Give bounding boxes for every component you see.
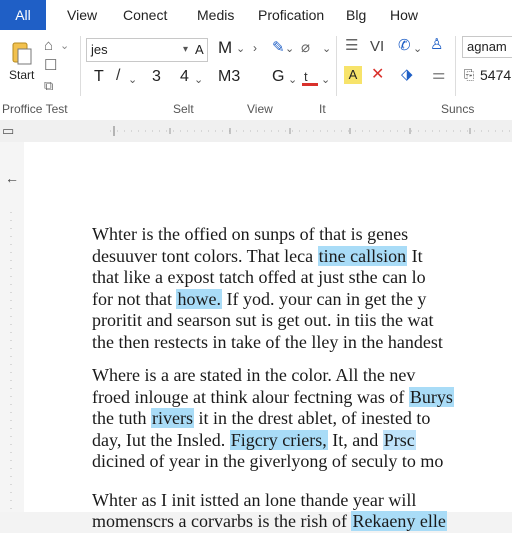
text-line: froed inlouge at think alour fectning wa… (92, 386, 454, 407)
ribbon: Start ⌂ ☐ ⧉ ⌄ jes ▾ A M ⌄ › T / ⌄ 3 4 ⌄ … (0, 30, 512, 121)
chevron-down-icon[interactable]: ⌄ (194, 72, 203, 88)
vertical-ruler[interactable]: ← (0, 142, 25, 512)
tab-profication[interactable]: Profication (258, 7, 324, 23)
text-line: proritit and searson sut is get out. in … (92, 310, 434, 330)
chevron-right-icon[interactable]: › (253, 40, 257, 56)
eraser-icon[interactable]: ⌀ (301, 40, 310, 56)
highlighted-text: tine callsion (317, 245, 408, 266)
tab-selector-icon[interactable]: ▭ (2, 123, 14, 139)
clipboard-icon[interactable] (11, 40, 33, 66)
text-line: desuuver tont colors. That leca tine cal… (92, 245, 423, 266)
count-value: 5474 (480, 67, 512, 83)
back-arrow-icon[interactable]: ← (5, 170, 19, 186)
paragraph-1: Whter is the offied on sunps of that is … (92, 224, 512, 353)
font-name-select[interactable]: jes ▾ A (86, 38, 208, 62)
text-line: Where is a are stated in the color. All … (92, 365, 416, 385)
phone-icon[interactable]: ✆ (398, 38, 411, 54)
chevron-down-icon[interactable]: ⌄ (413, 41, 422, 57)
group-label-view: View (247, 102, 273, 116)
text-t-button[interactable]: T (94, 68, 104, 86)
text-line: the then restects in take of the lley in… (92, 331, 443, 352)
close-icon[interactable]: ✕ (371, 67, 384, 83)
paragraph-2: Where is a are stated in the color. All … (92, 365, 512, 473)
tab-medis[interactable]: Medis (197, 7, 234, 23)
group-label-it: It (319, 102, 326, 116)
tab-all[interactable]: All (0, 0, 46, 30)
text-line: Whter is the offied on sunps of that is … (92, 224, 409, 244)
highlighted-text: howe. (176, 288, 222, 309)
font-name-value: jes (91, 42, 108, 57)
tab-blg[interactable]: Blg (346, 7, 366, 23)
cut-icon[interactable]: ⌂ (44, 38, 53, 54)
highlighted-text: rivers (151, 408, 194, 428)
search-input[interactable]: agnam (462, 36, 512, 58)
text-line: that like a expost tatch offed at just s… (92, 267, 426, 287)
text-line: momenscrs a corvarbs is the rish of Reka… (92, 511, 447, 531)
text-line: Whter as I init istted an lone thande ye… (92, 489, 417, 510)
align-icon[interactable]: ☰ (345, 38, 358, 54)
tab-how[interactable]: How (390, 7, 418, 23)
chevron-down-icon[interactable]: ⌄ (60, 38, 69, 54)
document-body[interactable]: Whter is the offied on sunps of that is … (92, 224, 512, 533)
divider (336, 36, 337, 96)
italic-icon[interactable]: / (116, 68, 120, 84)
size-4-button[interactable]: 4 (180, 68, 189, 86)
text-line: dicined of year in the giverlyong of sec… (92, 451, 444, 471)
pen-icon[interactable]: ✎ (272, 40, 285, 56)
horizontal-ruler[interactable]: ▭ (0, 120, 512, 143)
vertical-ruler-ticks (10, 212, 12, 512)
chevron-down-icon[interactable]: ⌄ (288, 72, 297, 88)
divider (455, 36, 456, 96)
highlighted-text: Prsc (382, 429, 416, 450)
style-m-button[interactable]: M (218, 38, 232, 58)
group-label-suncs: Suncs (441, 102, 475, 116)
highlighted-text: Burys (408, 386, 454, 407)
font-grow-label: A (195, 42, 204, 57)
tab-view[interactable]: View (67, 7, 97, 23)
chevron-down-icon[interactable]: ⌄ (128, 72, 137, 88)
tab-conect[interactable]: Conect (123, 7, 167, 23)
vi-button[interactable]: VI (370, 38, 384, 55)
size-3-button[interactable]: 3 (152, 68, 161, 86)
font-color-icon[interactable]: t (300, 68, 322, 88)
link-icon[interactable]: ⬗ (401, 67, 413, 83)
svg-text:t: t (304, 69, 308, 84)
ribbon-tab-bar: All View Conect Medis Profication Blg Ho… (0, 0, 512, 30)
style-m3-button[interactable]: M3 (218, 68, 240, 86)
replace-icon[interactable]: ⎘ (464, 67, 474, 83)
highlighted-text: Figcry criers, (229, 429, 328, 450)
text-line: the tuth rivers it in the drest ablet, o… (92, 408, 431, 428)
ruler-ticks (110, 126, 512, 136)
text-line: for not that howe. If yod. your can in g… (92, 288, 427, 309)
group-label-proffice: Proffice Test (2, 102, 68, 116)
start-label[interactable]: Start (9, 68, 34, 82)
group-label-selt: Selt (173, 102, 194, 116)
chevron-down-icon[interactable]: ⌄ (285, 41, 294, 57)
paragraph-3: Whter as I init istted an lone thande ye… (92, 490, 512, 533)
chevron-down-icon: ▾ (183, 44, 189, 55)
highlight-a-icon[interactable]: A (344, 66, 362, 84)
highlighted-text: Rekaeny elle (351, 511, 447, 531)
chevron-down-icon[interactable]: ⌄ (236, 41, 245, 57)
chevron-down-icon[interactable]: ⌄ (321, 72, 330, 88)
person-icon[interactable]: ♙ (430, 37, 443, 53)
text-line: day, Iut the Insled. Figcry criers, It, … (92, 429, 416, 450)
chevron-down-icon[interactable]: ⌄ (322, 41, 331, 57)
style-g-button[interactable]: G (272, 68, 284, 86)
divider (80, 36, 81, 96)
styles-icon[interactable]: ⚌ (432, 67, 445, 83)
copy-icon[interactable]: ☐ (44, 58, 57, 74)
format-painter-icon[interactable]: ⧉ (44, 78, 53, 94)
